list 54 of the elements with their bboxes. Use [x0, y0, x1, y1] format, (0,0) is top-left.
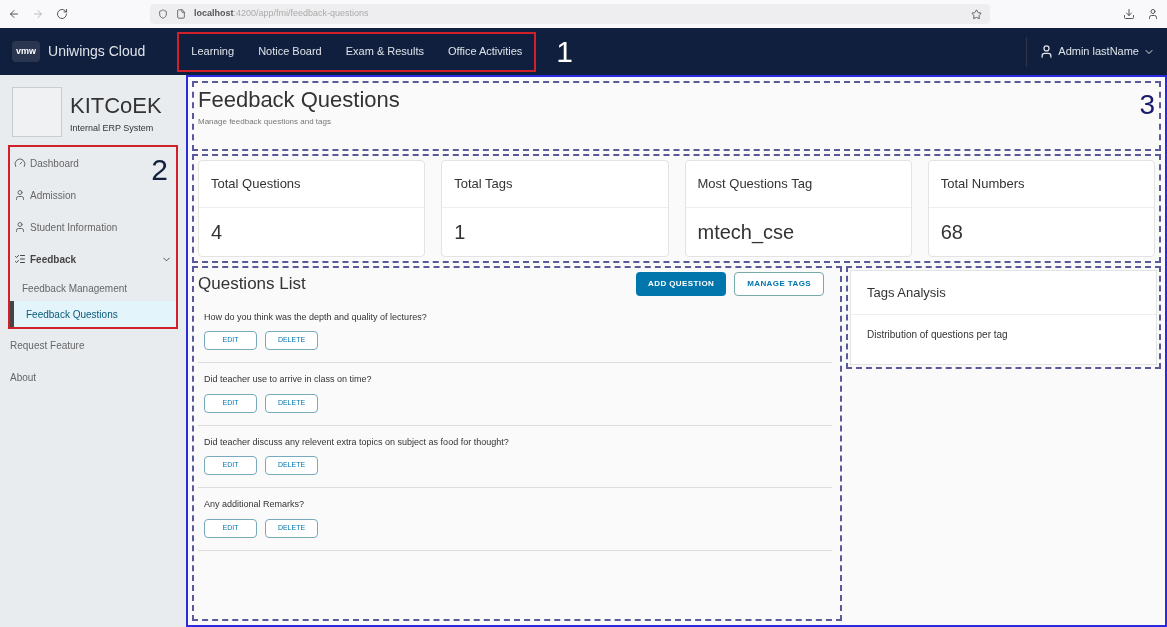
sidebar-item[interactable]: Dashboard: [10, 147, 87, 179]
question-text: How do you think was the depth and quality of lectures?: [204, 310, 428, 324]
sidebar-subitem[interactable]: Feedback Management: [10, 275, 176, 301]
url-text: localhost:4200/app/fmi/feedback-questions: [194, 7, 369, 21]
annotation-number: 1: [556, 34, 574, 70]
stat-label: Total Tags: [442, 161, 668, 208]
sidebar-item[interactable]: About: [0, 361, 186, 393]
brand-logo: vmw: [12, 40, 40, 63]
nav-link[interactable]: Exam & Results: [345, 43, 424, 60]
page-icon: [176, 9, 186, 19]
stat-value: mtech_cse: [696, 219, 796, 246]
gauge-icon: [14, 157, 26, 169]
user-icon: [1039, 44, 1055, 59]
section-title: Questions List: [198, 273, 306, 296]
account-icon[interactable]: [1147, 8, 1159, 20]
download-icon[interactable]: [1123, 8, 1135, 20]
stat-value: 1: [453, 219, 467, 245]
manage-tags-button[interactable]: MANAGE TAGS: [734, 272, 824, 296]
add-question-button[interactable]: ADD QUESTION: [636, 272, 727, 296]
stat-value: 4: [210, 219, 224, 245]
user-icon: [14, 221, 26, 233]
back-icon[interactable]: [8, 8, 20, 20]
sidebar-item[interactable]: Admission: [10, 179, 85, 211]
shield-icon: [158, 9, 168, 19]
list-icon: [14, 253, 26, 265]
user-name[interactable]: Admin lastName: [1058, 43, 1139, 60]
org-name: KITCoEK: [70, 91, 162, 120]
annotation-number: 3: [1139, 91, 1155, 119]
sidebar-item[interactable]: Feedback: [10, 243, 176, 275]
question-text: Did teacher use to arrive in class on time?: [204, 373, 373, 386]
page-title: Feedback Questions: [198, 86, 400, 114]
nav-link[interactable]: Office Activities: [447, 43, 523, 60]
stat-label: Most Questions Tag: [685, 161, 911, 208]
question-text: Any additional Remarks?: [204, 498, 306, 511]
nav-link[interactable]: Notice Board: [258, 43, 322, 60]
nav-link[interactable]: Learning: [191, 43, 235, 60]
card-description: Distribution of questions per tag: [866, 328, 1009, 342]
bookmark-star-icon[interactable]: [971, 8, 982, 20]
reload-icon[interactable]: [56, 8, 68, 20]
annotation-number: 2: [151, 152, 168, 188]
stat-value: 68: [939, 219, 964, 245]
user-icon: [14, 189, 26, 201]
sidebar-subitem[interactable]: Feedback Questions: [10, 301, 176, 327]
logo-placeholder: [12, 87, 62, 137]
page-subtitle: Manage feedback questions and tags: [198, 116, 332, 128]
card-title: Tags Analysis: [851, 270, 1156, 315]
brand-name: Uniwings Cloud: [48, 42, 146, 61]
question-text: Did teacher discuss any relevent extra topics on subject as food for thought?: [204, 435, 510, 449]
stat-label: Total Numbers: [928, 161, 1154, 208]
org-subtitle: Internal ERP System: [70, 121, 155, 135]
stat-label: Total Questions: [199, 161, 425, 208]
sidebar-item[interactable]: Student Information: [10, 211, 126, 243]
sidebar-item[interactable]: Request Feature: [0, 329, 186, 361]
address-bar[interactable]: localhost:4200/app/fmi/feedback-questions: [150, 4, 990, 24]
